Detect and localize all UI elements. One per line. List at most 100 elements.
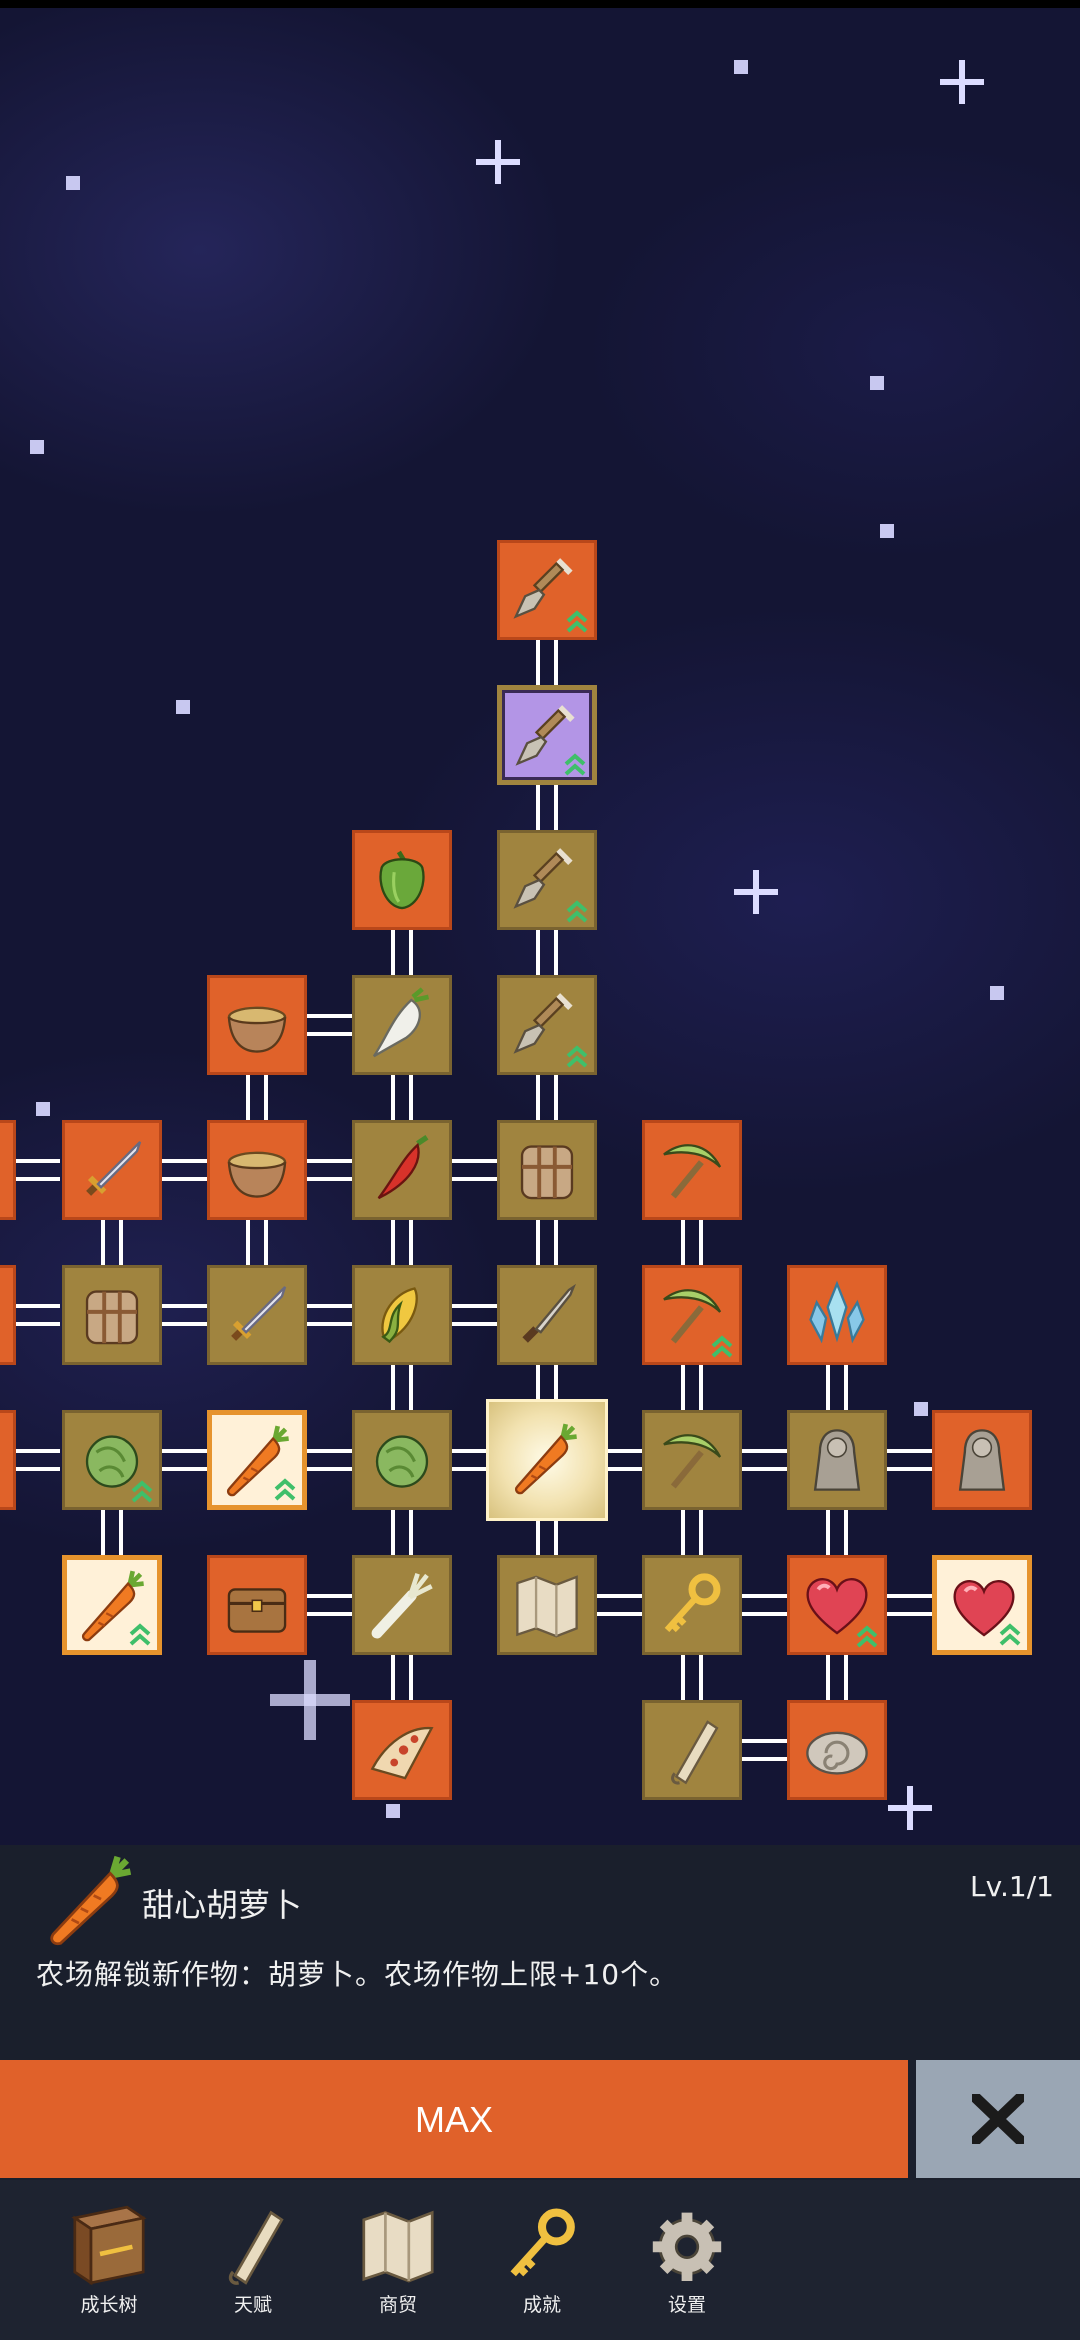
sword-icon [86, 1141, 142, 1196]
offscreen-node[interactable] [0, 1265, 16, 1365]
upgrade-chevron-icon [566, 610, 588, 633]
skill-node-backpack-2[interactable] [62, 1265, 162, 1365]
skill-node-sword-2[interactable] [207, 1265, 307, 1365]
nav-achievement[interactable]: 成就 [467, 2190, 607, 2330]
carrot-icon [44, 1855, 136, 1947]
skill-tree [0, 0, 1080, 1845]
skill-node-heart-2[interactable] [932, 1555, 1032, 1655]
skill-node-scroll[interactable] [642, 1700, 742, 1800]
upgrade-chevron-icon [566, 900, 588, 923]
tree-link [681, 1218, 703, 1267]
skill-name: 甜心胡萝卜 [142, 1886, 303, 1924]
skill-node-chili[interactable] [352, 1120, 452, 1220]
skill-node-shovel-3[interactable] [497, 975, 597, 1075]
skill-node-map[interactable] [497, 1555, 597, 1655]
upgrade-chevron-icon [711, 1335, 733, 1358]
skill-node-shovel-1[interactable] [497, 540, 597, 640]
skill-node-statue-1[interactable] [787, 1410, 887, 1510]
carrot-icon [514, 1423, 577, 1495]
pizza-icon [370, 1726, 434, 1780]
tree-link [740, 1449, 789, 1471]
close-icon [972, 2094, 1024, 2144]
tree-link [160, 1159, 209, 1181]
tree-link [740, 1594, 789, 1616]
skill-node-carrot-2[interactable] [62, 1555, 162, 1655]
tree-link [536, 783, 558, 832]
skill-node-crystal[interactable] [787, 1265, 887, 1365]
tree-link [101, 1508, 123, 1557]
offscreen-node[interactable] [0, 1120, 16, 1220]
leek-icon [371, 1573, 433, 1639]
backpack-icon [520, 1145, 574, 1200]
bowl-icon [227, 1151, 287, 1198]
skill-node-pickaxe-2[interactable] [642, 1265, 742, 1365]
nav-growth-tree[interactable]: 成长树 [34, 2190, 174, 2330]
nav-label: 天赋 [233, 2294, 272, 2316]
skill-node-key[interactable] [642, 1555, 742, 1655]
nav-label: 成长树 [80, 2294, 138, 2316]
skill-node-pizza[interactable] [352, 1700, 452, 1800]
skill-node-heart-1[interactable] [787, 1555, 887, 1655]
skill-node-shovel-enchanted[interactable] [497, 685, 597, 785]
upgrade-chevron-icon [131, 1480, 153, 1503]
skill-node-radish[interactable] [352, 975, 452, 1075]
chest-icon [227, 1588, 287, 1633]
skill-node-pickaxe-1[interactable] [642, 1120, 742, 1220]
tree-link [305, 1014, 354, 1036]
nav-label: 商贸 [378, 2294, 417, 2316]
skill-node-pickaxe-3[interactable] [642, 1410, 742, 1510]
tree-link [305, 1594, 354, 1616]
tree-link [595, 1594, 644, 1616]
tree-link [826, 1363, 848, 1412]
nav-label: 成就 [522, 2294, 561, 2316]
skill-node-bowl-2[interactable] [207, 1120, 307, 1220]
skill-node-backpack-1[interactable] [497, 1120, 597, 1220]
tree-link [160, 1449, 209, 1471]
nav-settings[interactable]: 设置 [612, 2190, 752, 2330]
tree-link [826, 1508, 848, 1557]
tree-link [305, 1449, 354, 1471]
tree-link [391, 1363, 413, 1412]
skill-node-shovel-2[interactable] [497, 830, 597, 930]
tree-link [391, 1508, 413, 1557]
skill-node-fossil[interactable] [787, 1700, 887, 1800]
skill-node-corn[interactable] [352, 1265, 452, 1365]
upgrade-chevron-icon [274, 1478, 296, 1501]
offscreen-node[interactable] [0, 1410, 16, 1510]
skill-node-sword-1[interactable] [62, 1120, 162, 1220]
skill-node-chest[interactable] [207, 1555, 307, 1655]
skill-node-carrot-selected[interactable] [486, 1399, 608, 1521]
skill-node-bowl-1[interactable] [207, 975, 307, 1075]
tree-link [246, 1073, 268, 1122]
backpack-icon [85, 1290, 139, 1345]
skill-node-cabbage-1[interactable] [62, 1410, 162, 1510]
upgrade-chevron-icon [129, 1623, 151, 1646]
skill-node-cabbage-2[interactable] [352, 1410, 452, 1510]
tree-link [885, 1449, 934, 1471]
map-icon [516, 1575, 578, 1638]
upgrade-chevron-icon [856, 1625, 878, 1648]
tree-link [450, 1159, 499, 1181]
skill-node-carrot-1[interactable] [207, 1410, 307, 1510]
gear-icon [652, 2212, 722, 2281]
pickaxe-icon [663, 1434, 722, 1489]
key-icon [510, 2208, 575, 2277]
skill-node-statue-2[interactable] [932, 1410, 1032, 1510]
tree-link [305, 1159, 354, 1181]
corn-icon [381, 1287, 418, 1344]
nav-talent[interactable]: 天赋 [178, 2190, 318, 2330]
skill-node-leek[interactable] [352, 1555, 452, 1655]
tree-link [536, 1073, 558, 1122]
radish-icon [372, 987, 430, 1058]
max-button[interactable]: MAX [0, 2060, 908, 2178]
skill-node-pepper[interactable] [352, 830, 452, 930]
skill-node-dagger[interactable] [497, 1265, 597, 1365]
statue-icon [958, 1429, 1006, 1491]
tree-link [305, 1304, 354, 1326]
tree-link [391, 928, 413, 977]
nav-trade[interactable]: 商贸 [323, 2190, 463, 2330]
close-button[interactable] [916, 2060, 1080, 2178]
tree-link [826, 1653, 848, 1702]
map-icon [362, 2210, 434, 2283]
scroll-icon [671, 1720, 719, 1785]
